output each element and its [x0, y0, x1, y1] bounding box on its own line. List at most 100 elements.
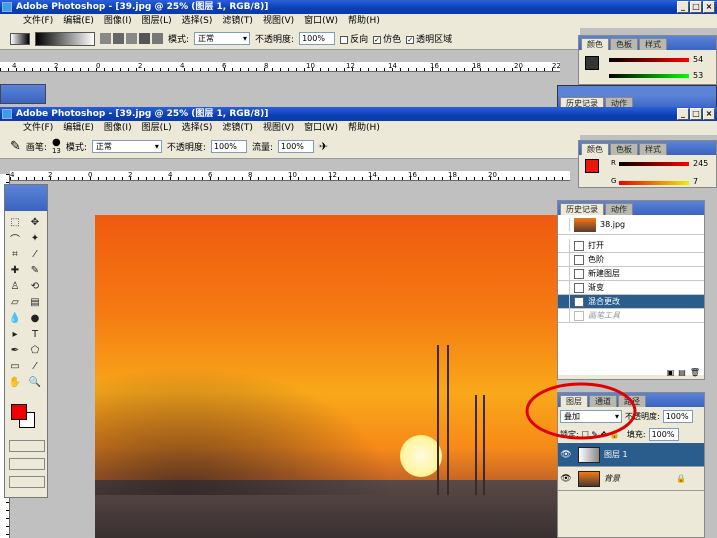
menu-filter[interactable]: 滤镜(T): [217, 14, 258, 28]
zoom-tool-icon[interactable]: 🔍: [28, 375, 42, 389]
pen-tool-icon[interactable]: ✒: [8, 343, 22, 357]
annotation-ellipse: [525, 382, 637, 440]
history-snapshot[interactable]: 38.jpg: [558, 215, 704, 235]
menu-window[interactable]: 窗口(W): [299, 121, 343, 135]
eyedropper-icon[interactable]: ⁄: [28, 359, 42, 373]
jump-to-imageready-icon[interactable]: [9, 476, 45, 488]
tab-styles[interactable]: 样式: [639, 143, 667, 155]
quick-mask-icon[interactable]: [9, 440, 45, 452]
eraser-tool-icon[interactable]: ▱: [8, 295, 22, 309]
history-item[interactable]: 新建图层: [558, 267, 704, 281]
opacity-field[interactable]: 100%: [299, 32, 336, 45]
tab-actions[interactable]: 动作: [605, 203, 633, 215]
notes-tool-icon[interactable]: ▭: [8, 359, 22, 373]
tab-swatches[interactable]: 色板: [610, 143, 638, 155]
menu-image[interactable]: 图像(I): [99, 14, 137, 28]
maximize-button[interactable]: □: [690, 1, 702, 13]
stamp-tool-icon[interactable]: ♙: [8, 279, 22, 293]
layer-row[interactable]: 👁 背景 🔒: [558, 467, 704, 491]
foreground-swatch[interactable]: [585, 159, 599, 173]
r-value[interactable]: 245: [693, 159, 708, 168]
blur-tool-icon[interactable]: 💧: [8, 311, 22, 325]
transparency-checkbox[interactable]: ✓: [406, 35, 415, 44]
menu-file[interactable]: 文件(F): [18, 14, 58, 28]
menu-edit[interactable]: 编辑(E): [58, 14, 99, 28]
menu-help[interactable]: 帮助(H): [343, 121, 385, 135]
menu-select[interactable]: 选择(S): [177, 14, 218, 28]
history-item[interactable]: 色阶: [558, 253, 704, 267]
fill-field[interactable]: 100%: [648, 428, 679, 441]
dodge-tool-icon[interactable]: ●: [28, 311, 42, 325]
reverse-checkbox[interactable]: [340, 35, 349, 44]
mode-select[interactable]: 正常: [91, 140, 162, 153]
mode-select[interactable]: 正常: [194, 32, 251, 45]
menu-select[interactable]: 选择(S): [177, 121, 218, 135]
eye-icon[interactable]: 👁: [558, 450, 574, 460]
gradient-tool-icon[interactable]: ▤: [28, 295, 42, 309]
opacity-field[interactable]: 100%: [210, 140, 247, 153]
eye-icon[interactable]: 👁: [558, 474, 574, 484]
menu-filter[interactable]: 滤镜(T): [217, 121, 258, 135]
menu-view[interactable]: 视图(V): [258, 121, 299, 135]
magic-wand-icon[interactable]: ✦: [28, 231, 42, 245]
back-foreground-swatch[interactable]: [585, 56, 599, 70]
opacity-label: 不透明度:: [166, 143, 206, 153]
document-canvas[interactable]: [95, 215, 557, 538]
trash-icon[interactable]: 🗑: [690, 368, 700, 377]
brush-tool-icon[interactable]: ✎: [10, 139, 21, 154]
type-tool-icon[interactable]: T: [28, 327, 42, 341]
layer-opacity-field[interactable]: 100%: [662, 410, 693, 423]
g-value[interactable]: 7: [693, 177, 698, 186]
minimize-button[interactable]: _: [677, 108, 689, 120]
tab-styles[interactable]: 样式: [639, 38, 667, 50]
layer-row-selected[interactable]: 👁 图层 1: [558, 443, 704, 467]
menu-layer[interactable]: 图层(L): [137, 121, 177, 135]
gradient-type-icons[interactable]: [100, 33, 163, 44]
history-step-icon: [574, 310, 584, 321]
menu-image[interactable]: 图像(I): [99, 121, 137, 135]
brush-tool-icon[interactable]: ✎: [28, 263, 42, 277]
lasso-tool-icon[interactable]: ⌒: [8, 231, 22, 246]
close-button[interactable]: ×: [703, 1, 715, 13]
menu-file[interactable]: 文件(F): [18, 121, 58, 135]
tab-history[interactable]: 历史记录: [560, 203, 604, 215]
healing-brush-icon[interactable]: ✚: [8, 263, 22, 277]
brush-picker[interactable]: ● 13: [52, 137, 61, 155]
maximize-button[interactable]: □: [690, 108, 702, 120]
hand-tool-icon[interactable]: ✋: [8, 375, 22, 389]
menu-edit[interactable]: 编辑(E): [58, 121, 99, 135]
airbrush-icon[interactable]: ✈: [319, 140, 328, 153]
new-snapshot-icon[interactable]: ▤: [678, 368, 686, 377]
history-item[interactable]: 画笔工具: [558, 309, 704, 323]
slice-tool-icon[interactable]: ⁄: [28, 247, 42, 261]
new-document-icon[interactable]: ▣: [667, 368, 675, 377]
menu-layer[interactable]: 图层(L): [137, 14, 177, 28]
g-slider[interactable]: [619, 181, 689, 185]
menu-view[interactable]: 视图(V): [258, 14, 299, 28]
flow-field[interactable]: 100%: [278, 140, 315, 153]
front-menubar: 文件(F) 编辑(E) 图像(I) 图层(L) 选择(S) 滤镜(T) 视图(V…: [0, 121, 717, 135]
history-item-selected[interactable]: 混合更改: [558, 295, 704, 309]
history-brush-icon[interactable]: ⟲: [28, 279, 42, 293]
gradient-tool-icon[interactable]: [10, 32, 30, 45]
menu-window[interactable]: 窗口(W): [299, 14, 343, 28]
history-item[interactable]: 打开: [558, 239, 704, 253]
shape-tool-icon[interactable]: ⬠: [28, 343, 42, 357]
foreground-color-swatch[interactable]: [11, 404, 27, 420]
move-tool-icon[interactable]: ✥: [28, 215, 42, 229]
screen-mode-icon[interactable]: [9, 458, 45, 470]
history-footer-icons[interactable]: ▣ ▤ 🗑: [667, 368, 700, 377]
tab-color[interactable]: 颜色: [581, 143, 609, 155]
marquee-tool-icon[interactable]: ⬚: [8, 215, 22, 229]
history-item[interactable]: 渐变: [558, 281, 704, 295]
gradient-picker[interactable]: [35, 31, 95, 46]
close-button[interactable]: ×: [703, 108, 715, 120]
minimize-button[interactable]: _: [677, 1, 689, 13]
path-select-icon[interactable]: ▸: [8, 327, 22, 341]
dither-checkbox[interactable]: ✓: [373, 35, 382, 44]
tab-swatches[interactable]: 色板: [610, 38, 638, 50]
r-slider[interactable]: [619, 162, 689, 166]
tab-color[interactable]: 颜色: [581, 38, 609, 50]
crop-tool-icon[interactable]: ⌗: [8, 247, 22, 261]
menu-help[interactable]: 帮助(H): [343, 14, 385, 28]
